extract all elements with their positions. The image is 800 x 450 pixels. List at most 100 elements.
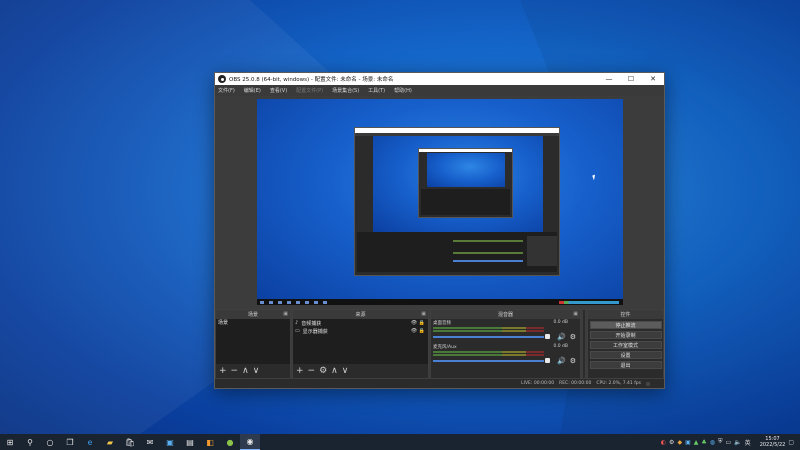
mail-icon[interactable]: ✉ (140, 434, 160, 450)
tray-app-icon[interactable]: ♣ (701, 439, 706, 446)
network-icon[interactable]: ▭ (726, 439, 732, 446)
preview-canvas[interactable] (257, 99, 623, 305)
channel-name: 麦克风/Aux (433, 345, 457, 350)
close-button[interactable]: ✕ (642, 73, 664, 85)
tray-app-icon[interactable]: ▣ (685, 439, 691, 446)
obs-window: OBS 25.0.8 (64-bit, windows) - 配置文件: 未命名… (214, 72, 665, 389)
notification-icon[interactable]: ▢ (788, 439, 794, 446)
source-properties-icon[interactable]: ⚙ (319, 366, 327, 376)
menu-view[interactable]: 查看(V) (270, 87, 287, 94)
volume-slider-handle[interactable] (545, 334, 550, 339)
photos-icon[interactable]: ▣ (160, 434, 180, 450)
edge-browser-icon[interactable]: e (80, 434, 100, 450)
system-tray: ◐ ⚙ ◆ ▣ ▲ ♣ ◍ ⛨ ▭ 🔈 英 15:07 2022/5/22 ▢ (661, 436, 800, 448)
shield-icon[interactable]: ⛨ (718, 438, 723, 446)
menu-scene-collection[interactable]: 场景集合(S) (332, 87, 359, 94)
clock-date: 2022/5/22 (759, 442, 786, 448)
maximize-button[interactable]: ☐ (620, 73, 642, 85)
visibility-lock-icon[interactable]: 👁 🔒 (411, 328, 425, 334)
screen-capture-icon[interactable]: ▤ (180, 434, 200, 450)
level-meter (433, 354, 544, 356)
channel-db: 0.0 dB (553, 320, 568, 325)
windows-taskbar: ⊞ ⚲ ○ ❐ e ▰ 🛍 ✉ ▣ ▤ ◧ ● ◉ ◐ ⚙ ◆ ▣ ▲ ♣ ◍ … (0, 434, 800, 450)
volume-slider-handle[interactable] (545, 358, 550, 363)
mixer-dock: 混音器 ▣ 桌面音频 0.0 dB 🔊 ⚙ 麦克风/Aux 0.0 dB 🔊 ⚙ (430, 309, 581, 379)
dock-float-icon[interactable]: ▣ (421, 311, 426, 317)
tray-app-icon[interactable]: ▲ (694, 439, 699, 446)
app-icon-green[interactable]: ● (220, 434, 240, 450)
stop-streaming-button[interactable]: 停止推流 (589, 321, 662, 329)
volume-slider[interactable] (433, 336, 544, 338)
gear-icon[interactable]: ⚙ (570, 357, 576, 365)
move-down-icon[interactable]: ∨ (253, 366, 260, 376)
rec-indicator: REC: 00:00:00 (559, 381, 592, 386)
file-explorer-icon[interactable]: ▰ (100, 434, 120, 450)
move-up-icon[interactable]: ∧ (331, 366, 338, 376)
transitions-dock (582, 309, 586, 379)
tray-app-icon[interactable]: ◆ (677, 439, 682, 446)
live-time: 00:00:00 (533, 381, 555, 386)
mixer-channel-mic: 麦克风/Aux 0.0 dB 🔊 ⚙ (431, 343, 580, 367)
visibility-lock-icon[interactable]: 👁 🔒 (411, 320, 425, 326)
remove-source-icon[interactable]: − (308, 366, 316, 376)
move-down-icon[interactable]: ∨ (342, 366, 349, 376)
store-icon[interactable]: 🛍 (120, 434, 140, 450)
source-item-audio[interactable]: ♪ 音频捕获 👁 🔒 (293, 319, 428, 327)
captured-taskbar (257, 299, 623, 305)
volume-icon[interactable]: 🔈 (734, 439, 741, 446)
controls-title: 控件 (620, 312, 631, 318)
rec-time: 00:00:00 (571, 381, 592, 386)
dock-panels: 场景 ▣ 场景 + − ∧ ∨ 来源 ▣ ♪ 音频捕获 👁 🔒 ▭ 显示器捕获 … (215, 309, 664, 379)
task-view-icon[interactable]: ❐ (60, 434, 80, 450)
minimize-button[interactable]: — (598, 73, 620, 85)
status-bar: LIVE: 00:00:00 REC: 00:00:00 CPU: 2.0%, … (215, 379, 664, 388)
scenes-dock: 场景 ▣ 场景 + − ∧ ∨ (215, 309, 291, 379)
cpu-fps-readout: CPU: 2.0%, 7.41 fps (596, 381, 641, 386)
live-indicator: LIVE: 00:00:00 (521, 381, 555, 386)
clock[interactable]: 15:07 2022/5/22 (760, 436, 786, 448)
obs-taskbar-icon[interactable]: ◉ (240, 434, 260, 450)
menu-tools[interactable]: 工具(T) (368, 87, 385, 94)
network-status-icon (646, 381, 650, 386)
menu-help[interactable]: 帮助(H) (394, 87, 412, 94)
studio-mode-button[interactable]: 工作室模式 (589, 341, 662, 349)
add-source-icon[interactable]: + (296, 366, 304, 376)
tray-app-icon[interactable]: ⚙ (669, 439, 674, 446)
app-icon-orange[interactable]: ◧ (200, 434, 220, 450)
dock-float-icon[interactable]: ▣ (283, 311, 288, 317)
source-item-display[interactable]: ▭ 显示器捕获 👁 🔒 (293, 327, 428, 335)
windows-start-icon[interactable]: ⊞ (0, 434, 20, 450)
start-recording-button[interactable]: 开始录制 (589, 331, 662, 339)
add-scene-icon[interactable]: + (219, 366, 227, 376)
gear-icon[interactable]: ⚙ (570, 333, 576, 341)
volume-slider[interactable] (433, 360, 544, 362)
cortana-icon[interactable]: ○ (40, 434, 60, 450)
tray-app-icon[interactable]: ◐ (661, 439, 666, 446)
mouse-cursor-icon (592, 174, 597, 181)
menu-file[interactable]: 文件(F) (218, 87, 235, 94)
obs-logo-icon (218, 75, 226, 83)
settings-button[interactable]: 设置 (589, 351, 662, 359)
sources-title: 来源 (355, 312, 366, 318)
language-icon[interactable]: 英 (745, 438, 751, 447)
level-meter (433, 327, 544, 329)
scene-item[interactable]: 场景 (216, 319, 290, 327)
channel-name: 桌面音频 (433, 321, 451, 326)
title-bar[interactable]: OBS 25.0.8 (64-bit, windows) - 配置文件: 未命名… (215, 73, 664, 85)
exit-button[interactable]: 退出 (589, 361, 662, 369)
menu-edit[interactable]: 编辑(E) (244, 87, 261, 94)
level-meter (433, 330, 544, 332)
channel-db: 0.0 dB (553, 344, 568, 349)
menu-bar: 文件(F) 编辑(E) 查看(V) 配置文件(P) 场景集合(S) 工具(T) … (215, 85, 664, 96)
speaker-mute-icon[interactable]: 🔊 (557, 333, 566, 341)
mixer-channel-desktop: 桌面音频 0.0 dB 🔊 ⚙ (431, 319, 580, 343)
move-up-icon[interactable]: ∧ (242, 366, 249, 376)
remove-scene-icon[interactable]: − (231, 366, 239, 376)
tray-app-icon[interactable]: ◍ (710, 439, 715, 446)
search-icon[interactable]: ⚲ (20, 434, 40, 450)
dock-float-icon[interactable]: ▣ (573, 311, 578, 317)
speaker-mute-icon[interactable]: 🔊 (557, 357, 566, 365)
source-label: 音频捕获 (301, 320, 322, 327)
scenes-title: 场景 (247, 312, 258, 318)
window-title: OBS 25.0.8 (64-bit, windows) - 配置文件: 未命名… (229, 77, 394, 83)
